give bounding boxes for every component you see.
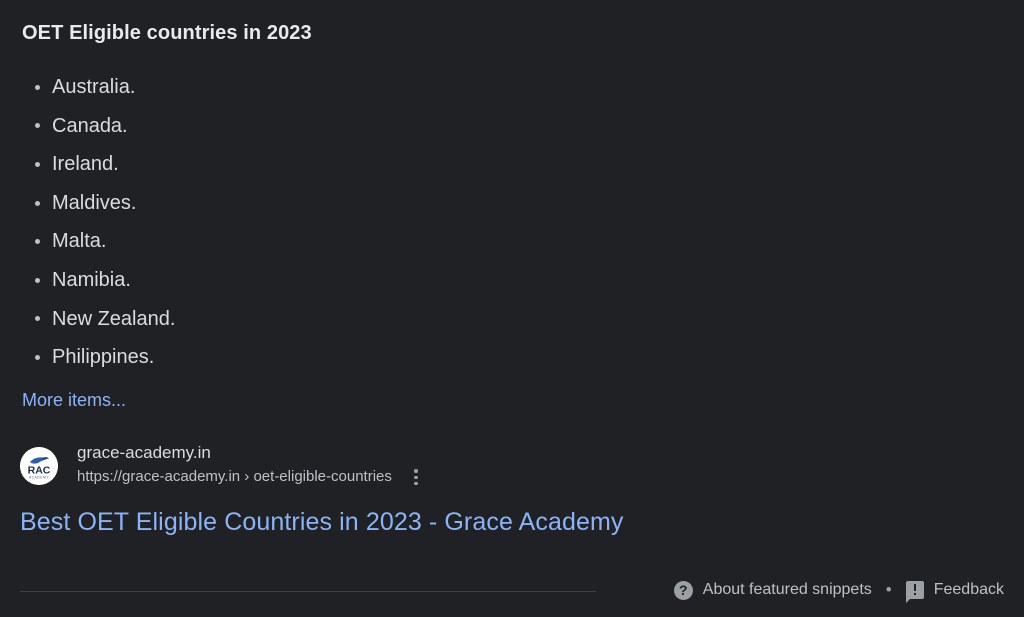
svg-text:ACADEMY: ACADEMY [29, 475, 50, 479]
site-name: grace-academy.in [77, 443, 211, 463]
bullet-icon [35, 161, 40, 167]
footer-links: ? About featured snippets • Feedback [673, 576, 1004, 604]
list-item-label: Malta. [52, 230, 107, 253]
list-item: Malta. [0, 222, 1024, 261]
bullet-icon [35, 316, 40, 322]
about-featured-snippets-label: About featured snippets [702, 581, 872, 598]
exclamation-mark [913, 584, 916, 595]
snippet-footer: ? About featured snippets • Feedback [0, 572, 1024, 612]
list-item-label: Namibia. [52, 268, 131, 291]
list-item: Namibia. [0, 261, 1024, 300]
footer-separator: • [885, 580, 892, 599]
list-item: Australia. [0, 68, 1024, 107]
feedback-label: Feedback [933, 581, 1004, 598]
bullet-icon [35, 200, 40, 206]
feedback-icon [905, 581, 924, 603]
list-item-label: Canada. [52, 114, 128, 137]
list-item: Ireland. [0, 145, 1024, 184]
about-featured-snippets-link[interactable]: ? About featured snippets [673, 580, 872, 600]
search-result: RAC ACADEMY grace-academy.in https://gra… [0, 442, 1024, 538]
footer-divider [20, 591, 596, 592]
kebab-dot [414, 475, 418, 479]
help-circle-icon: ? [673, 580, 693, 600]
result-source-row[interactable]: RAC ACADEMY grace-academy.in https://gra… [20, 442, 1024, 489]
list-item-label: Ireland. [52, 153, 119, 176]
feedback-link[interactable]: Feedback [905, 580, 1004, 603]
list-item: New Zealand. [0, 300, 1024, 339]
site-url: https://grace-academy.in › oet-eligible-… [77, 468, 392, 486]
more-items-link[interactable]: More items... [22, 388, 126, 412]
list-item: Philippines. [0, 338, 1024, 377]
list-item: Maldives. [0, 184, 1024, 223]
site-favicon-icon: RAC ACADEMY [20, 446, 58, 485]
kebab-menu-icon[interactable] [404, 465, 428, 489]
bullet-icon [35, 277, 40, 283]
kebab-dot [414, 481, 418, 486]
list-item-label: Philippines. [52, 346, 155, 369]
url-line: https://grace-academy.in › oet-eligible-… [77, 465, 428, 489]
kebab-dot [414, 469, 418, 473]
bullet-icon [35, 239, 40, 245]
source-text: grace-academy.in https://grace-academy.i… [77, 442, 428, 489]
snippet-title: OET Eligible countries in 2023 [22, 22, 312, 44]
list-item-label: Australia. [52, 76, 136, 98]
list-item: Canada. [0, 107, 1024, 146]
featured-snippet: OET Eligible countries in 2023 Australia… [0, 0, 1024, 617]
bullet-icon [35, 123, 40, 129]
list-item-label: Maldives. [52, 191, 137, 214]
list-item-label: New Zealand. [52, 307, 176, 330]
result-title-link[interactable]: Best OET Eligible Countries in 2023 - Gr… [20, 506, 624, 538]
bullet-icon [35, 354, 40, 360]
bullet-icon [35, 84, 40, 90]
country-list: Australia. Canada. Ireland. Maldives. Ma… [0, 68, 1024, 377]
